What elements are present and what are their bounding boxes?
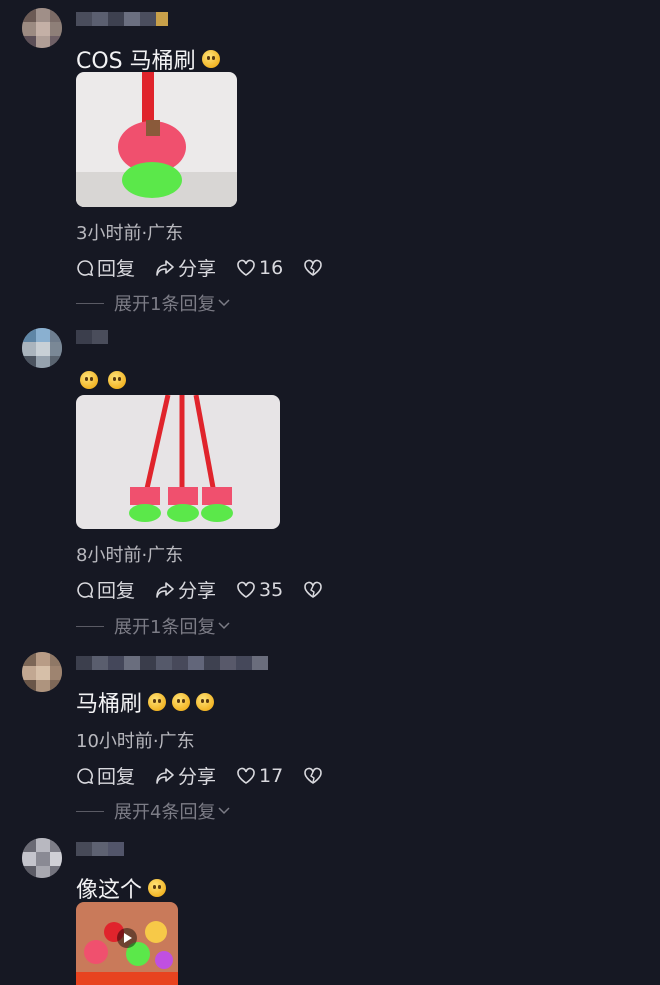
dislike-button[interactable] (303, 259, 326, 277)
comment-text: 像这个 (76, 872, 167, 904)
comment-actions: 回复 分享 16 (76, 254, 346, 281)
comment-video-thumbnail[interactable] (76, 902, 178, 985)
laugh-emoji-icon (201, 50, 220, 68)
reply-label: 回复 (97, 258, 136, 280)
avatar[interactable] (22, 8, 62, 48)
avatar[interactable] (22, 652, 62, 692)
reply-button[interactable]: 回复 (76, 254, 135, 281)
smile-emoji-icon (80, 371, 98, 389)
expand-label: 展开1条回复 (114, 617, 216, 638)
share-label: 分享 (178, 580, 217, 602)
reply-button[interactable]: 回复 (76, 762, 135, 789)
cry-emoji-icon (172, 693, 191, 711)
reply-label: 回复 (97, 766, 136, 788)
username[interactable] (76, 12, 168, 26)
cry-emoji-icon (148, 693, 167, 711)
like-count: 16 (259, 256, 284, 279)
comment-meta: 3小时前·广东 (76, 223, 184, 244)
comment-emojis (80, 371, 126, 389)
share-icon (156, 581, 174, 598)
comment-actions: 回复 分享 35 (76, 576, 346, 603)
broken-heart-icon (304, 259, 323, 276)
share-button[interactable]: 分享 (155, 576, 216, 603)
share-button[interactable]: 分享 (155, 762, 216, 789)
comment-text-label: COS 马桶刷 (76, 49, 196, 74)
comment-text: COS 马桶刷 (76, 43, 220, 75)
share-button[interactable]: 分享 (155, 254, 216, 281)
share-label: 分享 (178, 766, 217, 788)
heart-icon (237, 259, 255, 276)
expand-replies-button[interactable]: 展开4条回复 (76, 798, 231, 824)
chevron-down-icon (218, 299, 230, 307)
username[interactable] (76, 656, 268, 670)
like-button[interactable]: 17 (236, 765, 283, 787)
expand-label: 展开4条回复 (114, 802, 216, 823)
sweat-emoji-icon (148, 879, 167, 897)
comment-text-label: 像这个 (76, 878, 143, 903)
chevron-down-icon (218, 622, 230, 630)
avatar[interactable] (22, 328, 62, 368)
chevron-down-icon (218, 807, 230, 815)
heart-icon (237, 767, 255, 784)
dislike-button[interactable] (303, 767, 326, 785)
comment-text-label: 马桶刷 (76, 692, 143, 717)
divider (76, 625, 104, 627)
divider (76, 810, 104, 812)
reply-icon (77, 767, 94, 784)
reply-icon (77, 581, 94, 598)
comment-text: 马桶刷 (76, 686, 215, 718)
reply-label: 回复 (97, 580, 136, 602)
username[interactable] (76, 330, 108, 344)
username[interactable] (76, 842, 124, 856)
share-icon (156, 767, 174, 784)
broken-heart-icon (304, 767, 323, 784)
comment-actions: 回复 分享 17 (76, 762, 346, 789)
heart-icon (237, 581, 255, 598)
expand-replies-button[interactable]: 展开1条回复 (76, 290, 231, 316)
expand-replies-button[interactable]: 展开1条回复 (76, 613, 231, 639)
share-icon (156, 259, 174, 276)
divider (76, 302, 104, 304)
like-button[interactable]: 16 (236, 257, 283, 279)
expand-label: 展开1条回复 (114, 294, 216, 315)
cry-emoji-icon (196, 693, 215, 711)
like-button[interactable]: 35 (236, 579, 283, 601)
smile-emoji-icon (108, 371, 126, 389)
reply-button[interactable]: 回复 (76, 576, 135, 603)
dislike-button[interactable] (303, 581, 326, 599)
comment-meta: 8小时前·广东 (76, 545, 184, 566)
avatar[interactable] (22, 838, 62, 878)
like-count: 17 (259, 764, 284, 787)
broken-heart-icon (304, 581, 323, 598)
reply-icon (77, 259, 94, 276)
comment-image[interactable] (76, 395, 280, 529)
share-label: 分享 (178, 258, 217, 280)
like-count: 35 (259, 578, 284, 601)
comment-meta: 10小时前·广东 (76, 731, 195, 752)
comment-image[interactable] (76, 72, 237, 207)
